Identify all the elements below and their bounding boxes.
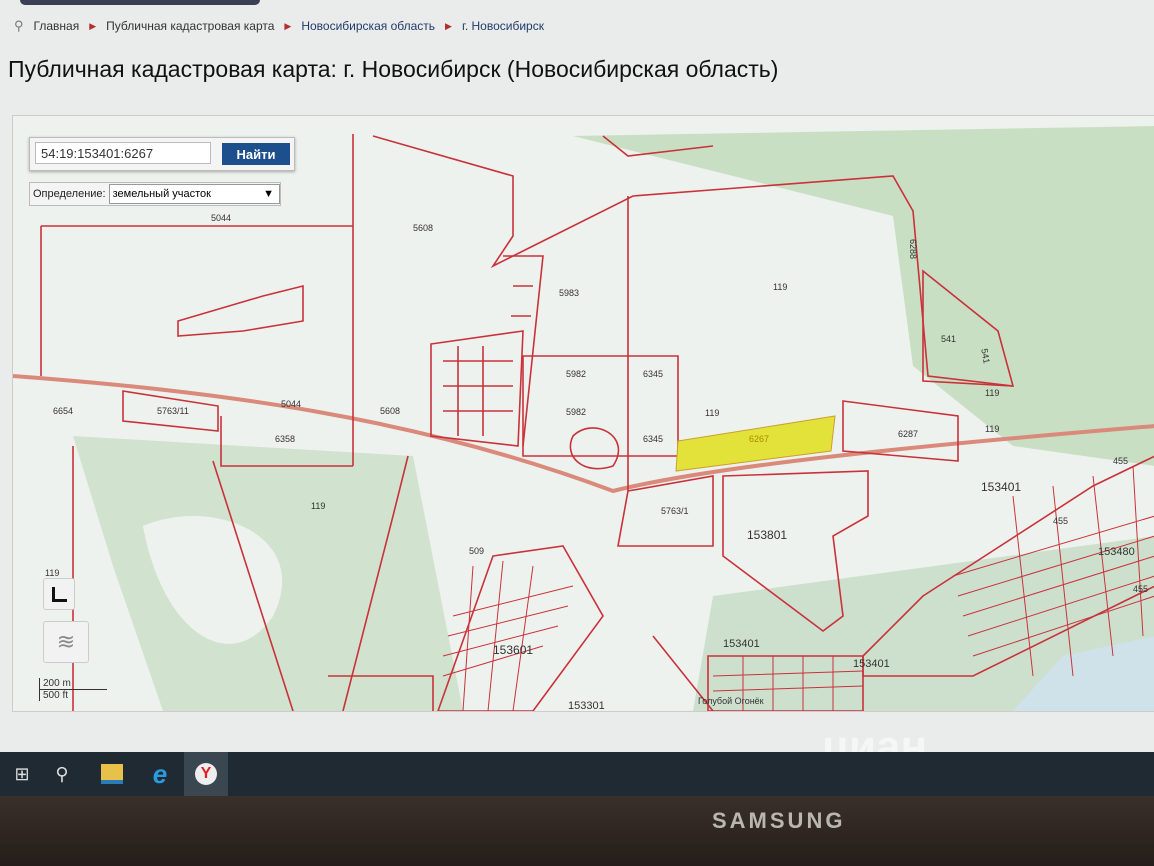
dropdown-arrow-icon: ▼	[263, 188, 274, 200]
parcel-label: 6345	[643, 369, 664, 379]
parcel-label: 6654	[53, 406, 74, 416]
taskbar: ⊞ ⚲ e Y	[0, 752, 1154, 798]
parcel-label: 119	[985, 424, 1000, 434]
cadastral-map[interactable]: 5044 5608 5983 119 6288 541 541 119 119 …	[12, 115, 1154, 712]
layers-button[interactable]: ≋	[43, 621, 89, 663]
parcel-label: 455	[1053, 516, 1069, 526]
chevron-right-icon: ▶	[445, 20, 452, 31]
parcel-label: 119	[705, 408, 720, 418]
parcel-label: 455	[1113, 456, 1129, 466]
parcel-label: 6287	[898, 429, 919, 439]
parcel-label-selected: 6267	[749, 434, 770, 444]
parcel-label: 455	[1133, 584, 1149, 594]
breadcrumb-home[interactable]: Главная	[34, 19, 80, 33]
parcel-label: 119	[985, 388, 1000, 398]
definition-selected-value: земельный участок	[112, 188, 211, 200]
parcel-label: 153301	[568, 700, 605, 712]
file-explorer-icon[interactable]	[90, 752, 134, 796]
parcel-label: 5608	[413, 223, 434, 233]
parcel-label: 153401	[981, 480, 1022, 494]
location-pin-icon: ⚲	[14, 18, 24, 33]
breadcrumb-cadastral-map[interactable]: Публичная кадастровая карта	[106, 19, 274, 33]
parcel-label: 153801	[747, 528, 788, 542]
watermark: циан ID 322425230	[822, 722, 960, 752]
parcel-label: 119	[773, 282, 788, 292]
search-icon[interactable]: ⚲	[40, 752, 84, 796]
monitor-brand-logo: SAMSUNG	[712, 808, 846, 833]
chevron-right-icon: ▶	[89, 20, 97, 31]
search-panel: 54:19:153401:6267 Найти	[29, 137, 295, 171]
measure-tool-button[interactable]	[43, 578, 75, 610]
scale-bar: 200 m 500 ft	[39, 678, 107, 701]
parcel-label: 5608	[380, 406, 401, 416]
definition-label: Определение:	[33, 188, 106, 200]
breadcrumb-city: г. Новосибирск	[461, 19, 544, 33]
forest-area	[573, 126, 1154, 466]
parcel-label: 153401	[853, 658, 890, 670]
internet-explorer-icon[interactable]: e	[138, 752, 182, 796]
parcel-label: 153601	[493, 643, 534, 657]
chevron-right-icon: ▶	[284, 20, 292, 31]
parcel-label: 153401	[723, 638, 760, 650]
parcel-label: 6345	[643, 434, 664, 444]
page-title: Публичная кадастровая карта: г. Новосиби…	[8, 56, 779, 82]
find-button[interactable]: Найти	[222, 143, 290, 165]
parcel-label: 119	[311, 501, 326, 511]
cadastral-number-input[interactable]: 54:19:153401:6267	[35, 142, 211, 164]
watermark-brand: циан	[822, 722, 928, 752]
browser-screen: ⚲ Главная ▶ Публичная кадастровая карта ▶ …	[0, 0, 1154, 752]
parcel-label: 5982	[566, 407, 587, 417]
parcel-label: 5982	[566, 369, 587, 379]
yandex-browser-icon[interactable]: Y	[184, 752, 228, 798]
definition-select[interactable]: земельный участок ▼	[108, 184, 280, 204]
ruler-corner-icon	[51, 586, 67, 602]
parcel-label: 5763/1	[661, 506, 689, 516]
scale-imperial: 500 ft	[39, 690, 83, 701]
parcel-label: 153480	[1098, 546, 1135, 558]
breadcrumb: ⚲ Главная ▶ Публичная кадастровая карта ▶ …	[14, 18, 544, 34]
parcel-label: 6358	[275, 434, 296, 444]
parcel-label: 509	[469, 546, 485, 556]
parcel-label: 5763/11	[157, 406, 189, 416]
scale-metric: 200 m	[39, 678, 107, 690]
layers-icon: ≋	[56, 629, 76, 654]
parcel-label: 541	[941, 334, 957, 344]
definition-panel: Определение: земельный участок ▼	[29, 182, 281, 206]
parcel-label: 5044	[281, 399, 302, 409]
parcel-label: 119	[45, 568, 60, 578]
place-label: Голубой Огонёк	[698, 696, 764, 706]
breadcrumb-region[interactable]: Новосибирская область	[301, 19, 435, 33]
parcel-label: 5983	[559, 288, 580, 298]
parcel-label: 5044	[211, 213, 232, 223]
parcel-label: 6288	[908, 238, 919, 260]
monitor-bezel	[0, 796, 1154, 866]
windows-start-icon[interactable]: ⊞	[0, 752, 44, 796]
browser-tab-edge	[20, 0, 260, 5]
